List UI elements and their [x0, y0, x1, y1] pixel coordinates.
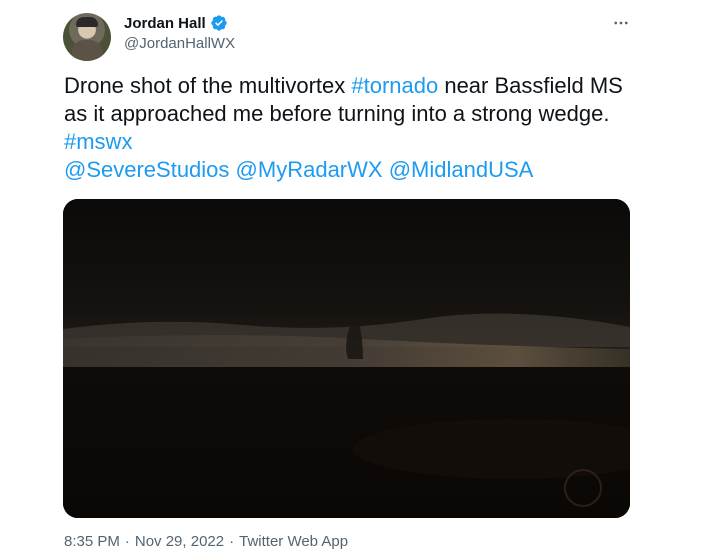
hashtag-mswx-link[interactable]: #mswx [64, 129, 132, 154]
mention-myradarwx-link[interactable]: @MyRadarWX [236, 157, 383, 182]
video-frame [63, 199, 630, 518]
avatar-hat [76, 17, 98, 27]
tweet: Jordan Hall @JordanHallWX Drone shot of … [0, 0, 701, 560]
meta-separator: · [124, 533, 130, 550]
hashtag-tornado-link[interactable]: #tornado [351, 73, 438, 98]
tweet-source[interactable]: Twitter Web App [239, 533, 348, 550]
avatar-body [72, 40, 102, 61]
author-display-name[interactable]: Jordan Hall [124, 15, 206, 32]
tweet-date[interactable]: Nov 29, 2022 [135, 533, 224, 550]
author-handle[interactable]: @JordanHallWX [124, 35, 235, 52]
mention-midlandusa-link[interactable]: @MidlandUSA [389, 157, 534, 182]
tweet-meta: 8:35 PM · Nov 29, 2022 · Twitter Web App [64, 533, 348, 550]
verified-badge-icon [210, 14, 228, 32]
more-dots-icon[interactable] [606, 8, 636, 38]
meta-separator: · [229, 533, 235, 550]
author-name-row: Jordan Hall [124, 14, 228, 32]
video-media[interactable] [63, 199, 630, 518]
mention-severestudios-link[interactable]: @SevereStudios [64, 157, 229, 182]
avatar[interactable] [63, 13, 111, 61]
tweet-text-part-1: Drone shot of the multivortex [64, 73, 352, 98]
tweet-time[interactable]: 8:35 PM [64, 533, 120, 550]
tweet-text: Drone shot of the multivortex #tornado n… [64, 72, 644, 184]
